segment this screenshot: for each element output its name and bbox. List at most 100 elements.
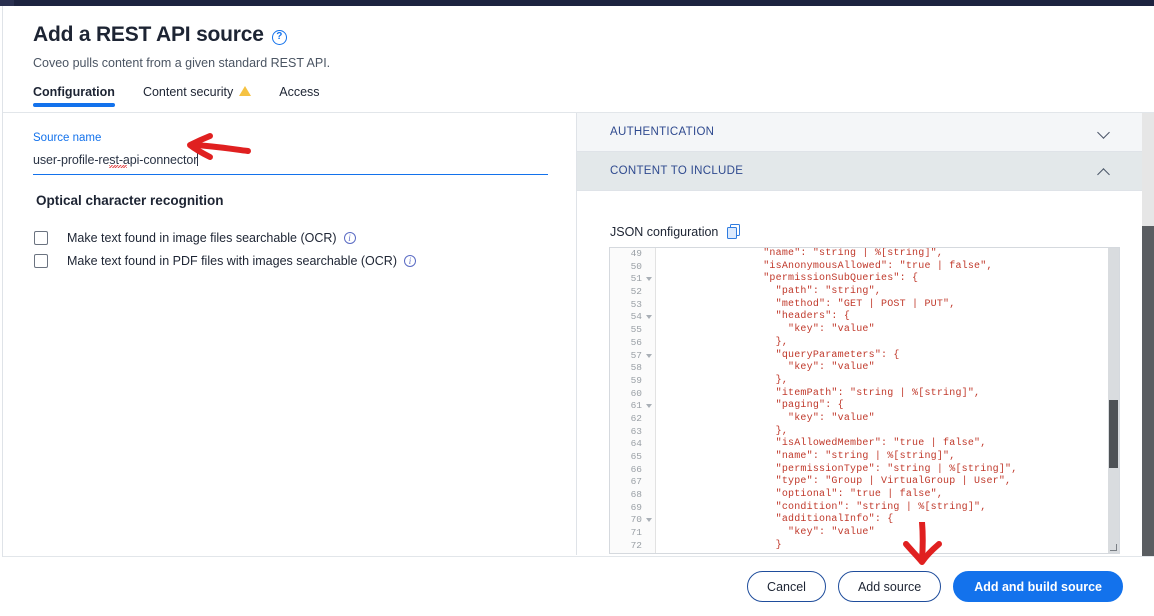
- editor-line-number: 50: [630, 260, 642, 272]
- editor-scrollbar-thumb[interactable]: [1109, 400, 1118, 468]
- editor-line-number: 51: [610, 273, 655, 286]
- spellcheck-underline: [109, 165, 127, 168]
- code-fold-triangle-icon[interactable]: [646, 353, 652, 358]
- settings-pane: AUTHENTICATION CONTENT TO INCLUDE JSON c…: [577, 113, 1142, 555]
- editor-code-line: "name": "string | %[string]",: [664, 451, 956, 462]
- code-fold-triangle-icon[interactable]: [646, 404, 652, 409]
- tab-active-indicator: [33, 103, 115, 107]
- editor-line-number: 63: [630, 425, 642, 437]
- editor-line-number: 67: [630, 476, 642, 488]
- ocr-section-heading: Optical character recognition: [36, 193, 224, 208]
- ocr-pdf-label: Make text found in PDF files with images…: [67, 254, 397, 268]
- editor-code-line: },: [664, 374, 789, 386]
- configuration-pane: Source name user-profile-rest-api-connec…: [3, 113, 576, 555]
- editor-line-number: 57: [610, 350, 655, 363]
- editor-gutter: 49 50 51 52 53 54 55 56 57 58 59 60 61 62 63 64 65 66 67 68…: [610, 248, 656, 553]
- page-header: Add a REST API source ? Coveo pulls cont…: [33, 22, 573, 71]
- editor-line-number: 71: [630, 527, 642, 539]
- editor-code-line: "key": "value": [664, 527, 875, 539]
- editor-code-line: }: [664, 539, 782, 551]
- help-circle-icon[interactable]: ?: [271, 29, 287, 45]
- editor-code-area[interactable]: "name": "string | %[string]", "isAnonymo…: [656, 248, 1107, 553]
- editor-code-line: "type": "Group | VirtualGroup | User",: [664, 476, 1012, 488]
- chevron-down-icon[interactable]: [1099, 127, 1110, 138]
- info-icon[interactable]: i: [343, 232, 356, 244]
- editor-line-number: 68: [630, 489, 642, 501]
- page-subtitle: Coveo pulls content from a given standar…: [33, 56, 331, 70]
- code-fold-triangle-icon[interactable]: [646, 277, 652, 282]
- code-fold-triangle-icon[interactable]: [646, 518, 652, 523]
- tab-access[interactable]: Access: [279, 85, 319, 109]
- copy-icon-front: [727, 227, 738, 239]
- page-title: Add a REST API source: [33, 23, 264, 46]
- editor-code-line: "method": "GET | POST | PUT",: [664, 298, 956, 310]
- editor-line-number: 56: [630, 336, 642, 348]
- editor-line-number: 59: [630, 374, 642, 386]
- info-icon[interactable]: i: [404, 255, 416, 267]
- editor-line-number: 55: [630, 324, 642, 336]
- editor-scrollbar-track[interactable]: [1108, 248, 1119, 553]
- editor-code-line: "additionalInfo": {: [664, 514, 894, 526]
- tab-access-label: Access: [279, 85, 320, 99]
- tab-content-security-label: Content security: [142, 85, 234, 99]
- json-configuration-header: JSON configuration: [610, 224, 741, 239]
- editor-resize-handle[interactable]: [1109, 543, 1118, 552]
- editor-code-line: },: [664, 336, 789, 348]
- accordion-content-to-include-label: CONTENT TO INCLUDE: [610, 165, 744, 177]
- accordion-content-to-include[interactable]: CONTENT TO INCLUDE: [577, 152, 1142, 191]
- editor-code-line: "name": "string | %[string]",: [664, 248, 944, 259]
- editor-code-line: "isAllowedMember": "true | false",: [664, 438, 987, 450]
- editor-code-line: "queryParameters": {: [664, 349, 900, 361]
- cancel-button[interactable]: Cancel: [747, 571, 826, 602]
- browser-top-strip: [0, 0, 1154, 6]
- tab-content-security[interactable]: Content security: [142, 85, 252, 109]
- editor-line-number: 70: [610, 514, 655, 527]
- chevron-up-icon[interactable]: [1099, 166, 1110, 177]
- editor-line-number: 64: [630, 438, 642, 450]
- editor-line-number: 65: [630, 451, 642, 462]
- copy-icon[interactable]: [727, 224, 741, 239]
- source-name-field-group: Source name user-profile-rest-api-connec…: [33, 131, 548, 175]
- tab-bar: Configuration Content security Access: [33, 85, 348, 109]
- add-and-build-source-button[interactable]: Add and build source: [953, 571, 1123, 602]
- editor-code-line: "key": "value": [664, 412, 875, 424]
- source-name-input[interactable]: user-profile-rest-api-connector: [33, 151, 548, 175]
- ocr-image-checkbox-row[interactable]: Make text found in image files searchabl…: [34, 230, 356, 246]
- tab-configuration-label: Configuration: [33, 85, 115, 99]
- tab-configuration[interactable]: Configuration: [33, 85, 115, 109]
- warning-triangle-icon: [239, 86, 252, 96]
- ocr-image-checkbox[interactable]: [34, 231, 48, 245]
- editor-line-number: 69: [630, 501, 642, 513]
- editor-code-line: "key": "value": [664, 362, 875, 374]
- editor-code-line: },: [664, 425, 789, 437]
- ocr-pdf-checkbox[interactable]: [34, 254, 48, 268]
- editor-code-line: "headers": {: [664, 311, 851, 323]
- editor-code-line: "condition": "string | %[string]",: [664, 501, 987, 513]
- code-fold-triangle-icon[interactable]: [646, 315, 652, 320]
- editor-line-number: 53: [630, 298, 642, 310]
- editor-code-line: "paging": {: [664, 400, 844, 412]
- ocr-image-label: Make text found in image files searchabl…: [67, 231, 337, 245]
- editor-line-number: 60: [630, 387, 642, 399]
- editor-line-number: 72: [630, 539, 642, 551]
- editor-code-line: "optional": "true | false",: [664, 489, 944, 501]
- editor-code-line: "itemPath": "string | %[string]",: [664, 387, 981, 399]
- editor-line-number: 52: [630, 286, 642, 298]
- footer-actions: Cancel Add source Add and build source: [0, 557, 1154, 616]
- editor-code-line: "permissionSubQueries": {: [664, 273, 919, 285]
- ocr-pdf-checkbox-row[interactable]: Make text found in PDF files with images…: [34, 253, 416, 269]
- editor-line-number: 58: [630, 362, 642, 374]
- editor-code-line: "isAnonymousAllowed": "true | false",: [664, 260, 993, 272]
- json-code-editor[interactable]: 49 50 51 52 53 54 55 56 57 58 59 60 61 62 63 64 65 66 67 68…: [609, 247, 1120, 554]
- text-caret: [197, 153, 199, 166]
- page-scrollbar-track[interactable]: [1142, 113, 1154, 616]
- page-title-row: Add a REST API source ?: [33, 22, 573, 48]
- app-root: Add a REST API source ? Coveo pulls cont…: [0, 0, 1154, 616]
- editor-line-number: 62: [630, 412, 642, 424]
- editor-code-line: "permissionType": "string | %[string]",: [664, 463, 1018, 475]
- editor-line-number: 61: [610, 400, 655, 413]
- editor-line-number: 66: [630, 463, 642, 475]
- editor-line-number: 54: [610, 311, 655, 324]
- accordion-authentication[interactable]: AUTHENTICATION: [577, 113, 1142, 152]
- add-source-button[interactable]: Add source: [837, 571, 942, 602]
